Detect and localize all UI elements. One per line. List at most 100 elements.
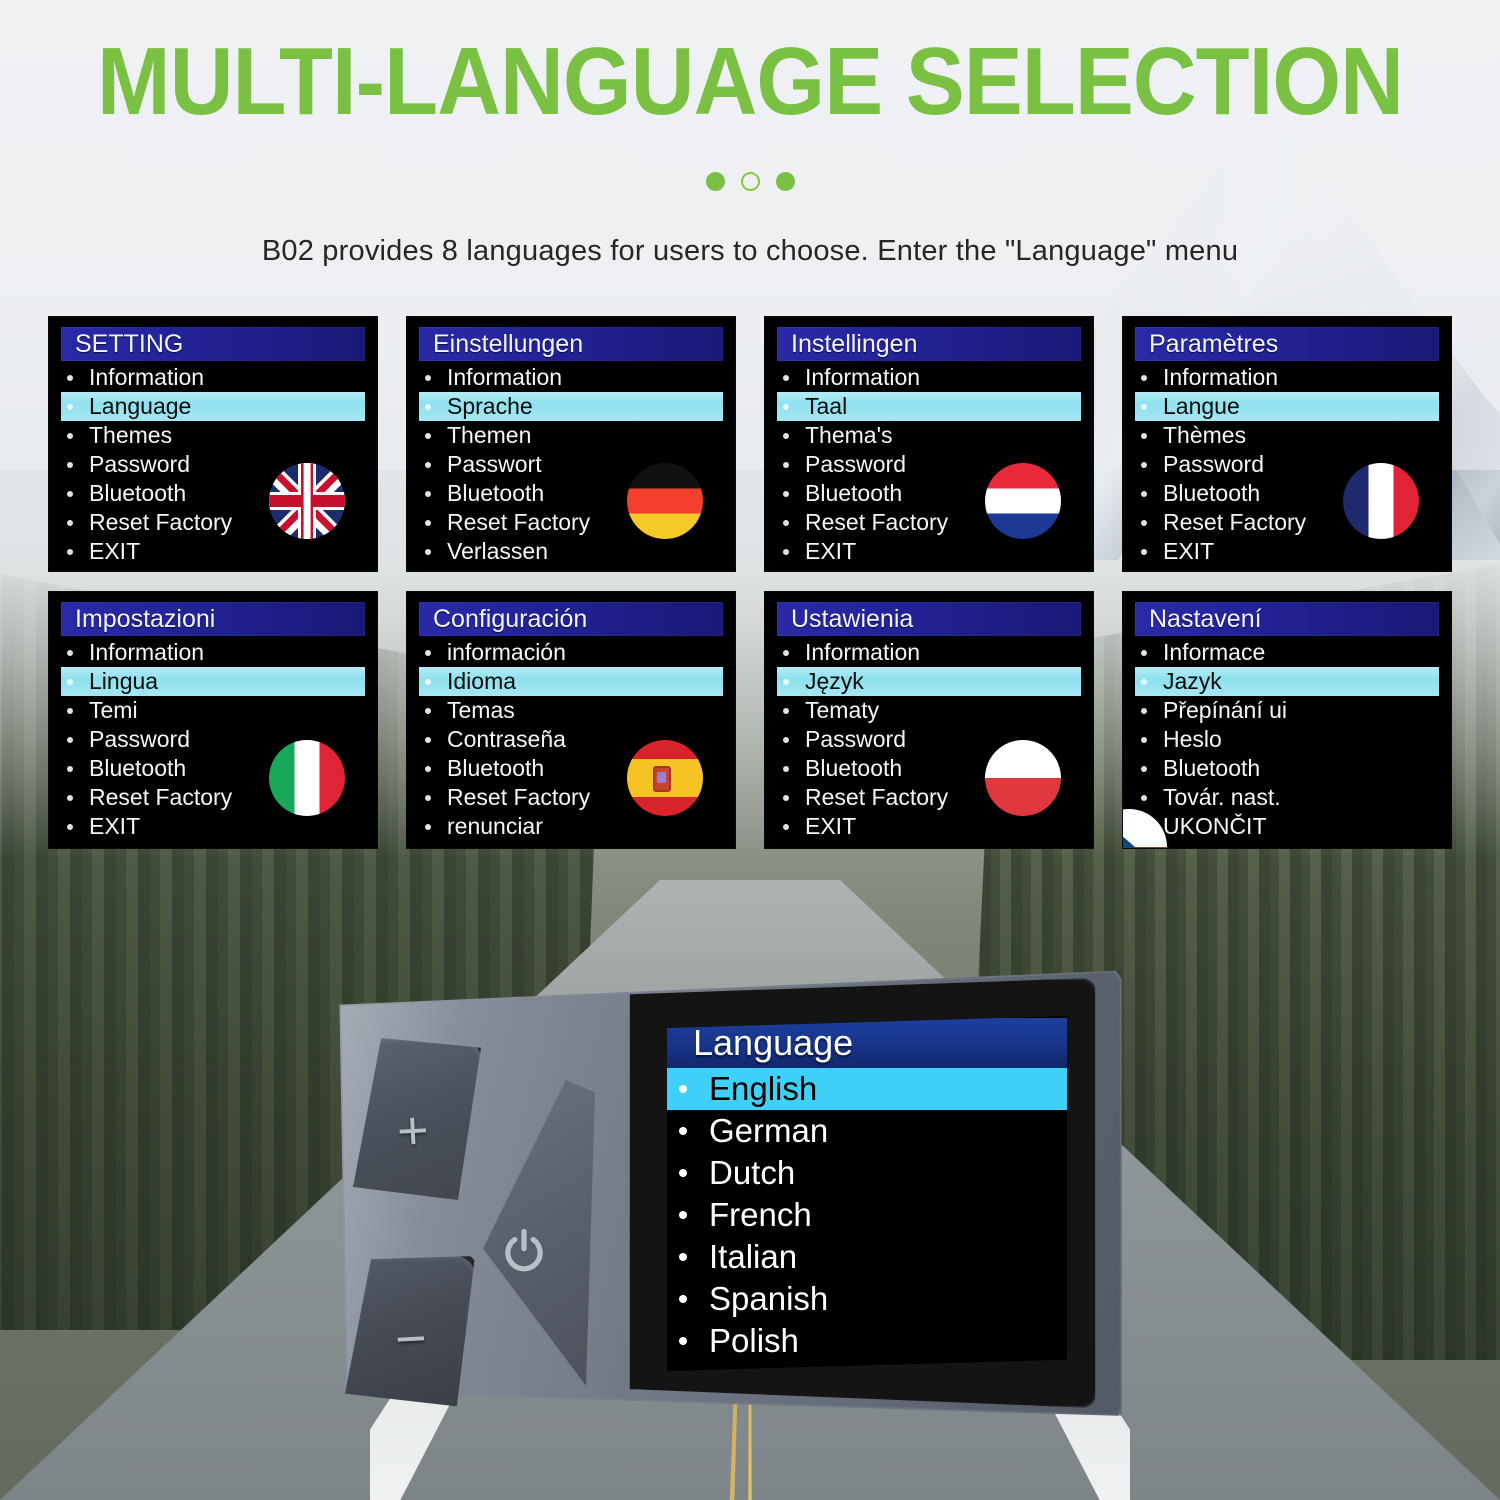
bullet-icon [783, 765, 789, 772]
menu-item[interactable]: renunciar [419, 812, 723, 841]
menu-item-label: Reset Factory [447, 509, 591, 535]
menu-item[interactable]: EXIT [61, 537, 365, 566]
menu-item[interactable]: Themen [419, 421, 723, 450]
menu-item-selected[interactable]: Jazyk [1135, 667, 1439, 696]
menu-item-label: Heslo [1163, 726, 1222, 752]
lcd-language-item[interactable]: Dutch [667, 1152, 1067, 1194]
plus-icon: + [395, 1100, 431, 1162]
device-screen-bezel: Language English German Dutch French Italian… [629, 978, 1096, 1408]
bullet-icon [679, 1211, 687, 1219]
menu-item-label: Information [805, 639, 921, 665]
menu-item-selected[interactable]: Język [777, 667, 1081, 696]
menu-item[interactable]: EXIT [777, 812, 1081, 841]
menu-item[interactable]: Bluetooth [1135, 754, 1439, 783]
indicator-dot-2 [740, 172, 760, 191]
bullet-icon [425, 548, 431, 555]
indicator-dot-1 [705, 172, 725, 191]
menu-item[interactable]: Temas [419, 696, 723, 725]
menu-item-selected[interactable]: Lingua [61, 667, 365, 696]
bullet-icon [679, 1085, 687, 1093]
menu-item[interactable]: Verlassen [419, 537, 723, 566]
menu-item[interactable]: EXIT [1135, 537, 1439, 566]
bullet-icon [67, 374, 73, 381]
menu-item-label: Idioma [447, 668, 517, 694]
bullet-icon [67, 403, 73, 410]
panel-title: Einstellungen [433, 329, 584, 358]
menu-item[interactable]: Informace [1135, 638, 1439, 667]
panel-title: Nastavení [1149, 604, 1262, 633]
panel-menu-list: Informace Jazyk Přepínání ui Heslo Bluetooth… [1135, 638, 1439, 841]
menu-item[interactable]: Information [1135, 363, 1439, 392]
menu-item-selected[interactable]: Taal [777, 392, 1081, 421]
bullet-icon [1141, 519, 1147, 526]
language-screen-panel: Nastavení Informace Jazyk Přepínání ui Heslo… [1122, 591, 1452, 849]
menu-item-label: Sprache [447, 393, 533, 419]
lcd-language-item[interactable]: Italian [667, 1236, 1067, 1278]
menu-item[interactable]: Továr. nast. [1135, 783, 1439, 812]
bullet-icon [679, 1169, 687, 1177]
menu-item[interactable]: Information [777, 363, 1081, 392]
menu-item[interactable]: EXIT [777, 537, 1081, 566]
menu-item-label: Passwort [447, 451, 542, 477]
menu-item-label: Reset Factory [89, 509, 233, 535]
menu-item[interactable]: Heslo [1135, 725, 1439, 754]
panel-title: Impostazioni [75, 604, 216, 633]
panel-title-bar: Paramètres [1135, 327, 1439, 361]
lcd-language-item[interactable]: German [667, 1110, 1067, 1152]
menu-item-selected[interactable]: Language [61, 392, 365, 421]
menu-item[interactable]: Thema's [777, 421, 1081, 450]
bullet-icon [425, 490, 431, 497]
device-lcd: Language English German Dutch French Italian… [667, 1016, 1067, 1371]
menu-item-selected[interactable]: Langue [1135, 392, 1439, 421]
menu-item[interactable]: Information [61, 363, 365, 392]
menu-item[interactable]: Information [777, 638, 1081, 667]
bullet-icon [67, 548, 73, 555]
language-screen-panel: Einstellungen Information Sprache Themen Pas… [406, 316, 736, 572]
lcd-language-item[interactable]: Spanish [667, 1278, 1067, 1320]
menu-item[interactable]: UKONČIT [1135, 812, 1439, 841]
menu-item[interactable]: Temi [61, 696, 365, 725]
bullet-icon [1141, 794, 1147, 801]
menu-item-label: Bluetooth [447, 755, 545, 781]
bullet-icon [1141, 707, 1147, 714]
bullet-icon [425, 707, 431, 714]
lcd-language-item[interactable]: French [667, 1194, 1067, 1236]
bullet-icon [67, 736, 73, 743]
menu-item-label: UKONČIT [1163, 813, 1267, 839]
bullet-icon [783, 490, 789, 497]
menu-item-label: Password [1163, 451, 1264, 477]
bullet-icon [67, 461, 73, 468]
bullet-icon [67, 823, 73, 830]
bullet-icon [783, 794, 789, 801]
panel-title: Instellingen [791, 329, 918, 358]
menu-item-label: Language [89, 393, 192, 419]
menu-item[interactable]: Themes [61, 421, 365, 450]
bullet-icon [783, 519, 789, 526]
menu-item-label: Contraseña [447, 726, 566, 752]
menu-item[interactable]: EXIT [61, 812, 365, 841]
bullet-icon [1141, 649, 1147, 656]
menu-item[interactable]: Tematy [777, 696, 1081, 725]
menu-item[interactable]: información [419, 638, 723, 667]
menu-item[interactable]: Thèmes [1135, 421, 1439, 450]
menu-item[interactable]: Information [61, 638, 365, 667]
menu-item-label: Taal [805, 393, 848, 419]
menu-item[interactable]: Přepínání ui [1135, 696, 1439, 725]
bullet-icon [425, 678, 431, 685]
menu-item-label: Password [89, 726, 190, 752]
menu-item-label: EXIT [805, 813, 857, 839]
panel-title: SETTING [75, 329, 184, 358]
menu-item-label: Reset Factory [89, 784, 233, 810]
menu-item-selected[interactable]: Idioma [419, 667, 723, 696]
bullet-icon [1141, 548, 1147, 555]
lcd-language-item[interactable]: Polish [667, 1320, 1067, 1362]
bullet-icon [1141, 461, 1147, 468]
menu-item[interactable]: Information [419, 363, 723, 392]
menu-item-selected[interactable]: Sprache [419, 392, 723, 421]
menu-item-label: Thèmes [1163, 422, 1247, 448]
lcd-language-item-selected[interactable]: English [667, 1068, 1067, 1110]
page-title: MULTI-LANGUAGE SELECTION [97, 28, 1404, 135]
bullet-icon [425, 649, 431, 656]
bullet-icon [783, 461, 789, 468]
menu-item-label: Bluetooth [1163, 480, 1261, 506]
